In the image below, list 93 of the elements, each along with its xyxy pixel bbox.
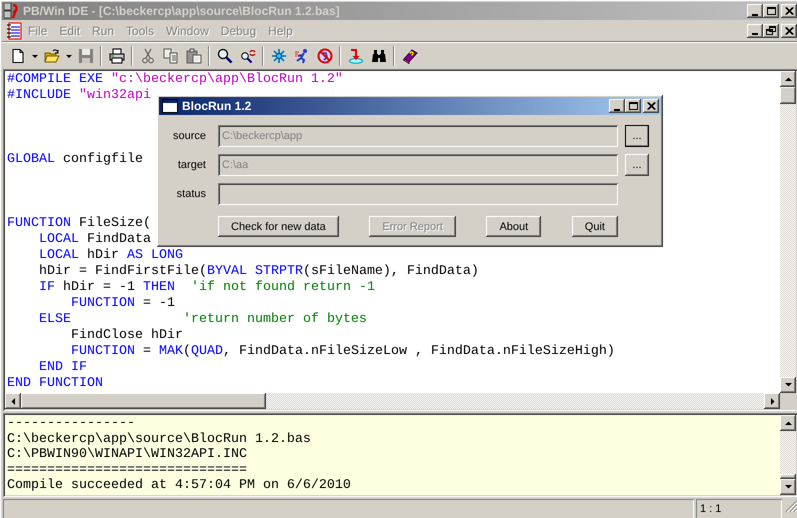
caret-icon xyxy=(32,54,38,58)
menu-item[interactable]: Run xyxy=(86,22,120,40)
app-icon[interactable] xyxy=(4,3,20,19)
search-icon xyxy=(216,48,232,64)
scissors-icon xyxy=(140,48,156,64)
minimize-icon xyxy=(752,33,758,35)
down-arrow-icon xyxy=(784,381,792,388)
minimize-icon xyxy=(614,108,620,110)
minimize-button[interactable] xyxy=(609,99,625,113)
scrollbar-thumb[interactable] xyxy=(780,474,796,479)
notebook-icon[interactable] xyxy=(6,22,22,40)
maximize-button[interactable] xyxy=(763,4,779,18)
scrollbar-thumb[interactable] xyxy=(21,393,266,409)
right-arrow-icon xyxy=(768,398,776,404)
scroll-left-button[interactable] xyxy=(5,393,21,409)
dialog-button[interactable]: Quit xyxy=(572,216,618,237)
maximize-button[interactable] xyxy=(625,99,641,113)
down-arrow-icon xyxy=(784,483,792,490)
scroll-right-button[interactable] xyxy=(764,393,780,409)
code-line: IF hDir = -1 THEN 'if not found return -1 xyxy=(38,280,375,296)
minimize-button[interactable] xyxy=(747,4,763,18)
maximize-icon xyxy=(628,102,638,110)
code-line: FUNCTION = MAK(QUAD, FindData.nFileSizeLow , FindData.nFileSizeHigh) xyxy=(70,344,615,360)
scrollbar-track[interactable] xyxy=(5,393,780,409)
dialog-button[interactable]: Check for new data xyxy=(218,216,339,237)
folder-icon xyxy=(44,48,60,64)
close-button[interactable] xyxy=(781,4,797,18)
output-line: ============================== xyxy=(7,462,247,478)
printer-icon xyxy=(108,48,124,64)
minimize-button[interactable] xyxy=(747,24,763,38)
clipboard-icon xyxy=(186,48,202,64)
pages-icon xyxy=(162,48,178,64)
up-arrow-icon xyxy=(784,76,792,82)
dialog-button[interactable]: About xyxy=(486,216,542,237)
code-line: hDir = FindFirstFile(BYVAL STRPTR(sFileName), FindData) xyxy=(38,264,479,280)
code-line: LOCAL FindData xyxy=(38,232,151,248)
dialog-title: BlocRun 1.2 xyxy=(182,99,252,113)
scrollbar-track[interactable] xyxy=(780,71,796,393)
snowflake-icon xyxy=(270,48,286,64)
code-line: ELSE 'return number of bytes xyxy=(38,312,367,328)
field-label: source xyxy=(172,130,206,142)
search-replace-icon xyxy=(240,48,256,64)
restore-button[interactable] xyxy=(763,24,779,38)
code-line: GLOBAL configfile xyxy=(7,152,143,168)
size-grip-icon[interactable] xyxy=(784,499,797,513)
code-line: #COMPILE EXE "c:\beckercp\app\BlocRun 1.2" xyxy=(7,72,343,88)
code-line: FUNCTION = -1 xyxy=(70,296,175,312)
restore-icon xyxy=(766,26,776,35)
field-label: target xyxy=(176,159,206,171)
window-icon xyxy=(162,99,178,113)
running-figure-icon xyxy=(294,48,310,64)
code-line: #INCLUDE "win32api xyxy=(7,88,151,104)
dialog-titlebar[interactable]: BlocRun 1.2 xyxy=(159,97,661,115)
scroll-down-button[interactable] xyxy=(780,478,796,495)
window-title: PB/Win IDE - [C:\beckercp\app\source\BlocRun 1.2.bas] xyxy=(23,4,341,18)
page-icon xyxy=(10,48,26,64)
maximize-icon xyxy=(766,7,776,15)
close-icon xyxy=(646,102,656,110)
code-line: FindClose hDir xyxy=(70,328,183,344)
scroll-up-button[interactable] xyxy=(780,415,796,431)
no-entry-icon xyxy=(316,48,332,64)
close-button[interactable] xyxy=(781,24,797,38)
output-line: C:\PBWIN90\WINAPI\WIN32API.INC xyxy=(7,447,247,462)
code-line: END IF xyxy=(38,360,87,376)
left-arrow-icon xyxy=(10,398,16,404)
caret-icon xyxy=(66,54,72,58)
output-pane[interactable]: ---------------- C:\beckercp\app\source\BlocRun 1.2.bas C:\PBWIN90\WINAPI\WIN32API.INC ============================== Compile succeeded at 4:57:04 PM on 6/6/2010 xyxy=(5,415,780,495)
cursor-position: 1 : 1 xyxy=(696,499,782,518)
scrollbar-track[interactable] xyxy=(780,415,796,495)
down-arrow-icon xyxy=(348,48,364,64)
menu-item[interactable]: Window xyxy=(160,22,215,40)
menu-item[interactable]: File xyxy=(22,22,54,40)
output-line: ---------------- xyxy=(7,416,135,432)
close-icon xyxy=(784,26,794,34)
code-line: FUNCTION FileSize( xyxy=(7,216,151,232)
menu-item[interactable]: Tools xyxy=(120,22,160,40)
close-icon xyxy=(784,7,794,15)
code-line: END FUNCTION xyxy=(7,376,103,392)
scrollbar-thumb[interactable] xyxy=(780,87,796,104)
up-arrow-icon xyxy=(784,420,792,426)
output-line: Compile succeeded at 4:57:04 PM on 6/6/2010 xyxy=(7,478,351,494)
menu-item[interactable]: Debug xyxy=(214,22,262,40)
scroll-up-button[interactable] xyxy=(780,71,796,87)
book-icon xyxy=(402,48,418,64)
menu-item[interactable]: Help xyxy=(262,22,299,40)
binoculars-icon xyxy=(370,48,386,64)
minimize-icon xyxy=(752,14,758,16)
field-label: status xyxy=(176,188,206,200)
menu-item[interactable]: Edit xyxy=(53,22,86,40)
close-button[interactable] xyxy=(643,99,659,113)
code-line: LOCAL hDir AS LONG xyxy=(38,248,183,264)
scroll-down-button[interactable] xyxy=(780,376,796,393)
output-line: C:\beckercp\app\source\BlocRun 1.2.bas xyxy=(7,432,311,447)
